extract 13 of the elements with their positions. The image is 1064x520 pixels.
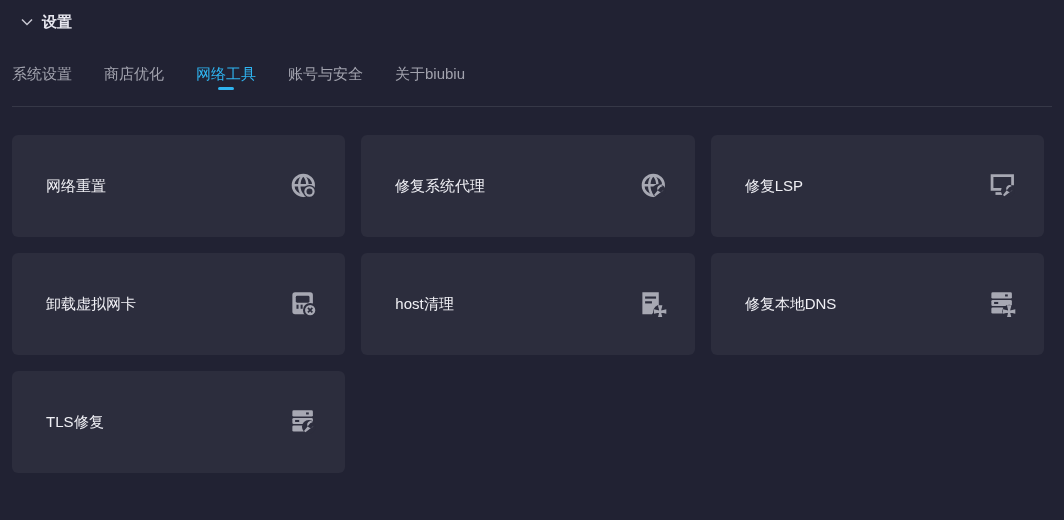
tool-card[interactable]: host清理 xyxy=(361,253,695,355)
tab[interactable]: 系统设置 xyxy=(12,61,72,87)
tool-card[interactable]: 修复系统代理 xyxy=(361,135,695,237)
tab[interactable]: 商店优化 xyxy=(104,61,164,87)
tool-card[interactable]: 网络重置 xyxy=(12,135,346,237)
tab[interactable]: 关于biubiu xyxy=(395,61,466,87)
tool-card[interactable]: 修复本地DNS xyxy=(710,253,1044,355)
tab[interactable]: 网络工具 xyxy=(196,61,256,87)
tab[interactable]: 账号与安全 xyxy=(288,61,363,87)
tool-card[interactable]: 修复LSP xyxy=(710,135,1044,237)
section-title: 设置 xyxy=(42,11,72,32)
tool-card[interactable]: 卸载虚拟网卡 xyxy=(12,253,346,355)
tool-card[interactable]: TLS修复 xyxy=(12,371,346,473)
